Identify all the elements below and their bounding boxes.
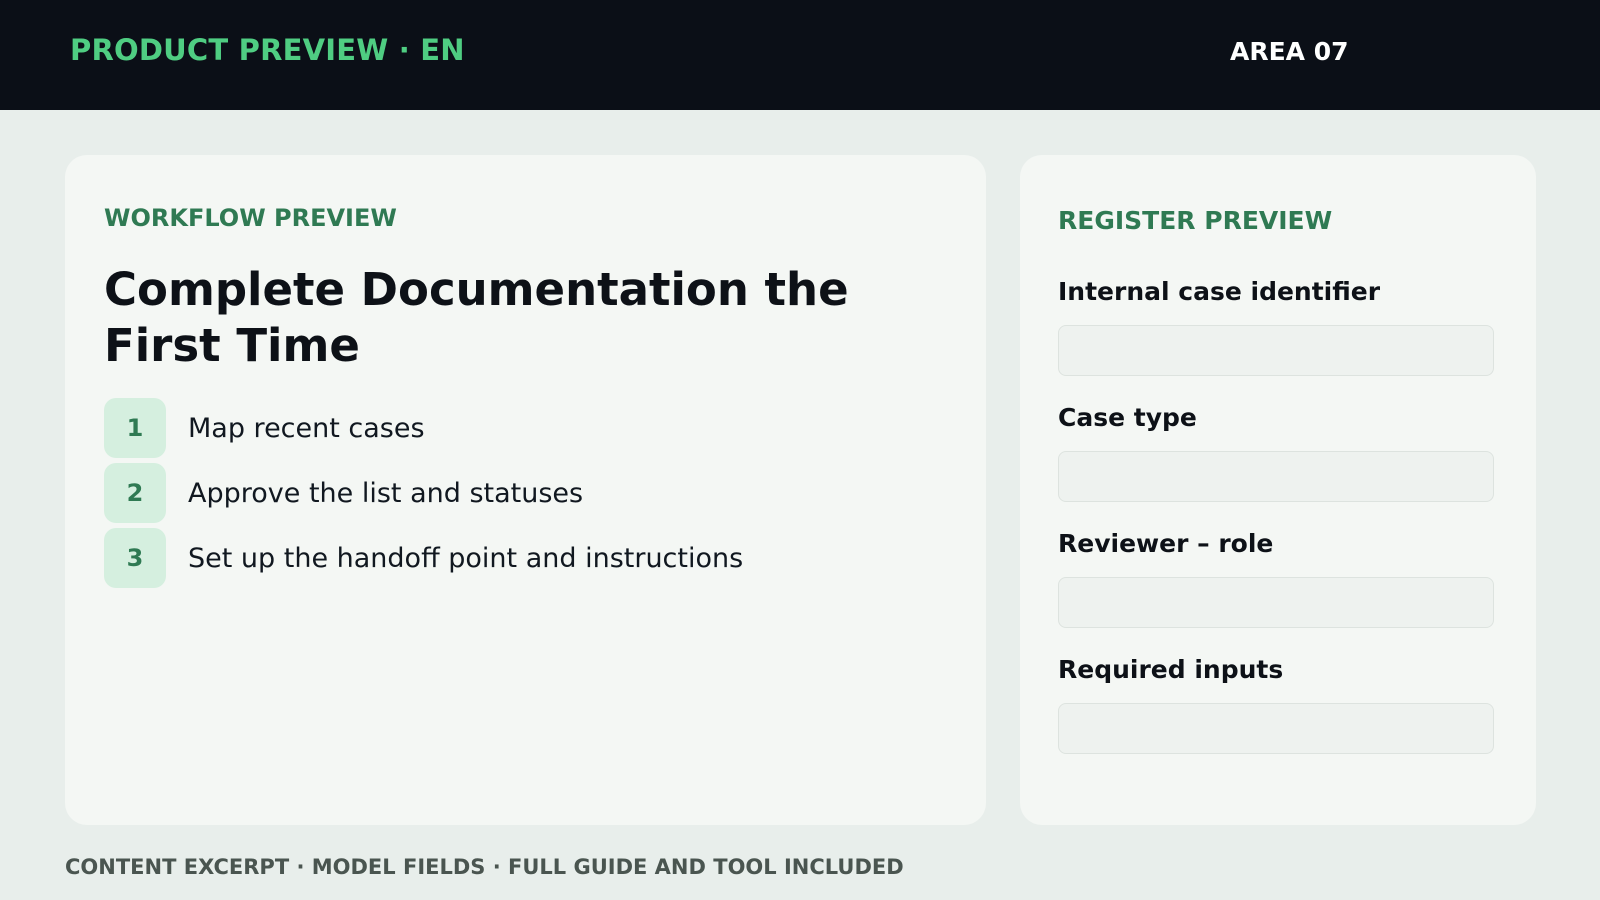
- top-bar: PRODUCT PREVIEW · EN AREA 07: [0, 0, 1600, 110]
- workflow-title: Complete Documentation the First Time: [104, 263, 849, 372]
- internal-case-identifier-input[interactable]: [1058, 325, 1494, 376]
- workflow-step: 2 Approve the list and statuses: [104, 463, 743, 523]
- register-preview-card: REGISTER PREVIEW Internal case identifie…: [1020, 155, 1536, 825]
- step-number-badge: 1: [104, 398, 166, 458]
- step-label: Set up the handoff point and instruction…: [188, 542, 744, 574]
- product-preview-title: PRODUCT PREVIEW · EN: [70, 33, 465, 67]
- reviewer-role-field-group: Reviewer – role: [1058, 529, 1494, 628]
- required-inputs-input[interactable]: [1058, 703, 1494, 754]
- reviewer-role-input[interactable]: [1058, 577, 1494, 628]
- step-number-badge: 2: [104, 463, 166, 523]
- required-inputs-label: Required inputs: [1058, 655, 1284, 684]
- register-preview-heading: REGISTER PREVIEW: [1058, 206, 1333, 235]
- footer-note: CONTENT EXCERPT · MODEL FIELDS · FULL GU…: [65, 855, 904, 879]
- step-label: Approve the list and statuses: [188, 477, 584, 509]
- area-label: AREA 07: [1230, 37, 1349, 66]
- reviewer-role-label: Reviewer – role: [1058, 529, 1274, 558]
- required-inputs-field-group: Required inputs: [1058, 655, 1494, 754]
- step-number-badge: 3: [104, 528, 166, 588]
- internal-case-identifier-field-group: Internal case identifier: [1058, 277, 1494, 376]
- workflow-step: 1 Map recent cases: [104, 398, 743, 458]
- case-type-label: Case type: [1058, 403, 1197, 432]
- step-label: Map recent cases: [188, 412, 425, 444]
- workflow-preview-heading: WORKFLOW PREVIEW: [104, 204, 397, 232]
- internal-case-identifier-label: Internal case identifier: [1058, 277, 1381, 306]
- workflow-steps-list: 1 Map recent cases 2 Approve the list an…: [104, 398, 743, 593]
- case-type-input[interactable]: [1058, 451, 1494, 502]
- workflow-preview-card: WORKFLOW PREVIEW Complete Documentation …: [65, 155, 986, 825]
- case-type-field-group: Case type: [1058, 403, 1494, 502]
- workflow-step: 3 Set up the handoff point and instructi…: [104, 528, 743, 588]
